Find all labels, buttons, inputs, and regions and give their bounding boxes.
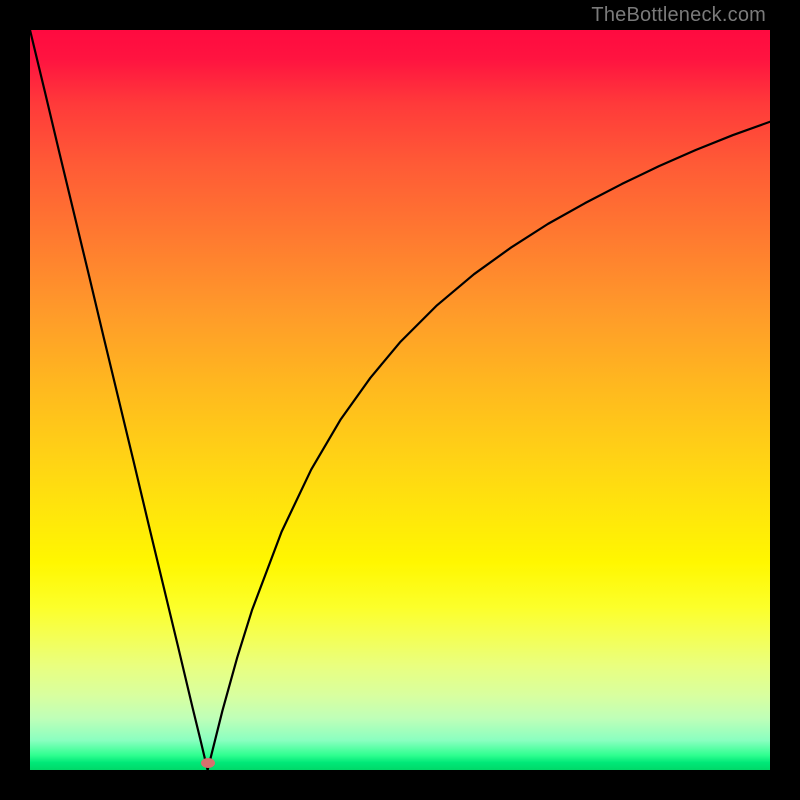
bottleneck-curve xyxy=(30,30,770,770)
minimum-marker xyxy=(201,758,215,768)
curve-right-branch xyxy=(208,122,770,770)
watermark-text: TheBottleneck.com xyxy=(591,4,766,27)
curve-left-branch xyxy=(30,30,208,770)
